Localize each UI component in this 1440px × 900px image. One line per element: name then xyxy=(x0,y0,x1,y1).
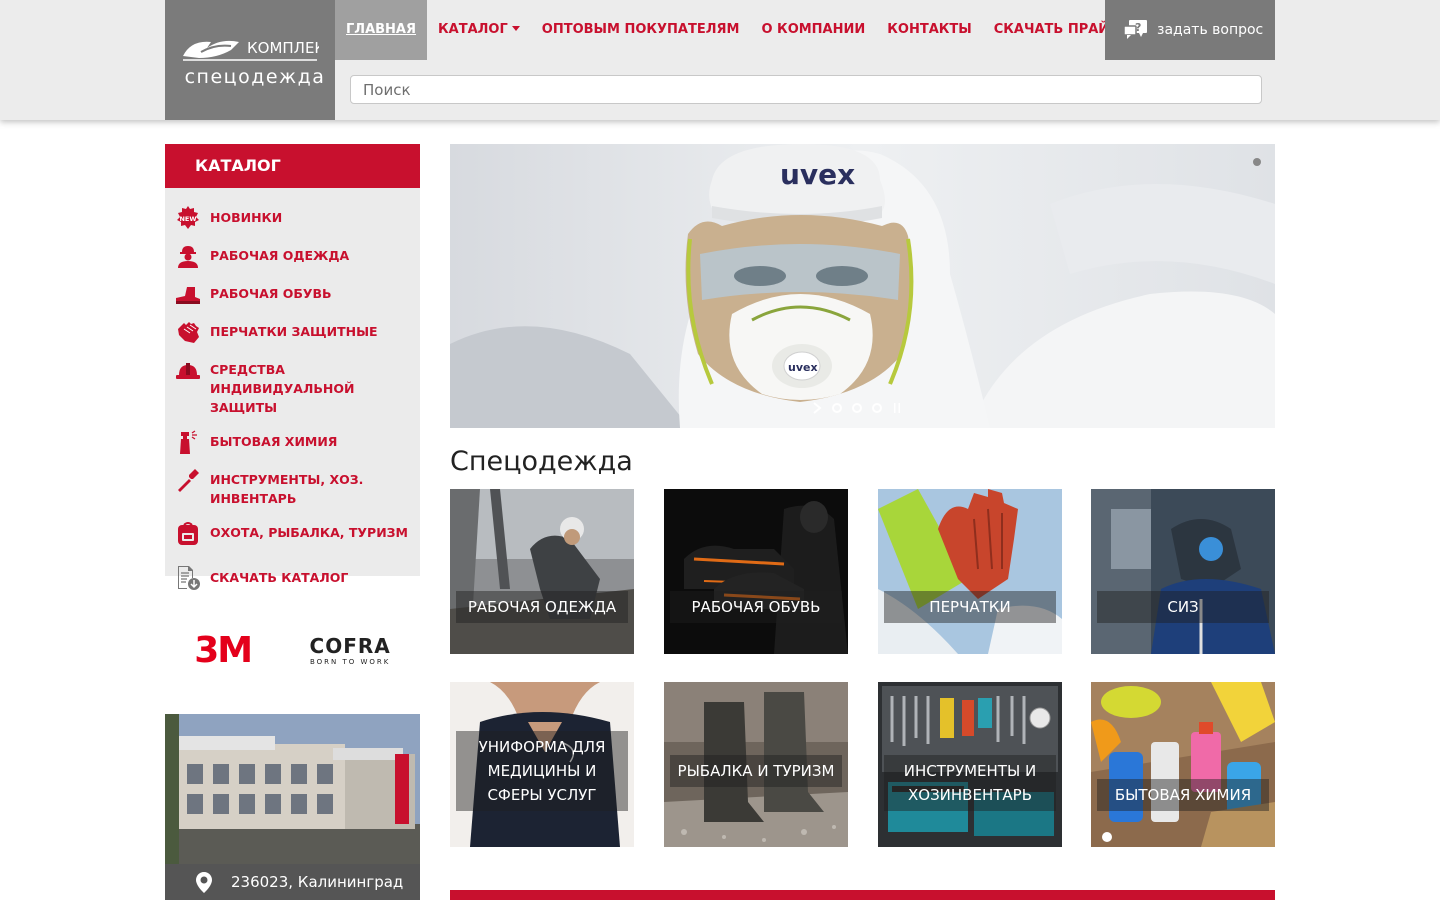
catalog-item-ppe[interactable]: СРЕДСТВА ИНДИВИДУАЛЬНОЙ ЗАЩИТЫ xyxy=(165,354,420,417)
map-pin-icon xyxy=(196,872,212,893)
catalog-list: NEW НОВИНКИ РАБОЧАЯ ОДЕЖДА РАБОЧАЯ ОБУВЬ… xyxy=(165,188,420,590)
catalog-item-workwear[interactable]: РАБОЧАЯ ОДЕЖДА xyxy=(165,240,420,269)
category-tile-workwear[interactable]: РАБОЧАЯ ОДЕЖДА xyxy=(450,489,634,654)
glove-icon xyxy=(178,322,199,343)
category-tile-ppe[interactable]: СИЗ xyxy=(1091,489,1275,654)
slide-indicator-dot[interactable] xyxy=(1253,158,1261,166)
slide-dot[interactable] xyxy=(832,403,842,413)
brand-3m-logo[interactable]: 3M xyxy=(194,630,253,671)
nav-home[interactable]: ГЛАВНАЯ xyxy=(335,0,428,60)
store-photo xyxy=(165,714,420,864)
search-input[interactable] xyxy=(350,75,1262,104)
chat-question-icon: ? xyxy=(1123,20,1147,39)
catalog-item-gloves[interactable]: ПЕРЧАТКИ ЗАЩИТНЫЕ xyxy=(165,316,420,345)
catalog-item-label: ОХОТА, РЫБАЛКА, ТУРИЗМ xyxy=(210,525,408,540)
nav-contacts[interactable]: КОНТАКТЫ xyxy=(876,0,982,60)
hardhat-icon xyxy=(176,363,200,379)
catalog-sidebar: КАТАЛОГ NEW НОВИНКИ РАБОЧАЯ ОДЕЖДА РАБОЧ… xyxy=(165,144,420,590)
catalog-item-tools[interactable]: ИНСТРУМЕНТЫ, ХОЗ. ИНВЕНТАРЬ xyxy=(165,464,420,508)
download-doc-icon xyxy=(178,566,200,590)
category-tile-footwear[interactable]: РАБОЧАЯ ОБУВЬ xyxy=(664,489,848,654)
chevron-down-icon xyxy=(511,26,520,31)
top-header: КОМПЛЕКТ спецодежда ГЛАВНАЯ КАТАЛОГ ОПТО… xyxy=(0,0,1440,120)
logo-subtitle: спецодежда xyxy=(184,66,326,88)
tool-icon xyxy=(178,469,199,492)
chevron-right-icon[interactable] xyxy=(812,402,822,414)
tile-caption: БЫТОВАЯ ХИМИЯ xyxy=(1097,779,1269,811)
catalog-item-label: РАБОЧАЯ ОБУВЬ xyxy=(210,286,332,301)
boot-icon xyxy=(176,287,200,304)
main-nav: ГЛАВНАЯ КАТАЛОГ ОПТОВЫМ ПОКУПАТЕЛЯМ О КО… xyxy=(335,0,1174,60)
tile-image xyxy=(1091,682,1275,847)
bottom-accent-bar xyxy=(450,890,1275,900)
catalog-item-chemicals[interactable]: БЫТОВАЯ ХИМИЯ xyxy=(165,426,420,455)
logo-text: КОМПЛЕКТ xyxy=(247,39,319,57)
hero-slider[interactable]: uvex uvex xyxy=(450,144,1275,428)
catalog-item-label: РАБОЧАЯ ОДЕЖДА xyxy=(210,248,350,263)
tile-caption: РАБОЧАЯ ОБУВЬ xyxy=(670,591,842,623)
category-tile-uniform[interactable]: УНИФОРМА ДЛЯ МЕДИЦИНЫ И СФЕРЫ УСЛУГ xyxy=(450,682,634,847)
slide-brand-text: uvex xyxy=(780,158,855,191)
tile-caption: РАБОЧАЯ ОДЕЖДА xyxy=(456,591,628,623)
category-tile-gloves[interactable]: ПЕРЧАТКИ xyxy=(878,489,1062,654)
catalog-item-label: БЫТОВАЯ ХИМИЯ xyxy=(210,434,338,449)
catalog-item-label: ИНСТРУМЕНТЫ, ХОЗ. ИНВЕНТАРЬ xyxy=(210,472,364,506)
tile-image xyxy=(450,489,634,654)
pause-icon[interactable] xyxy=(892,402,902,414)
store-address[interactable]: 236023, Калининград xyxy=(165,864,420,900)
address-text: 236023, Калининград xyxy=(231,873,404,891)
logo-mark-icon: КОМПЛЕКТ xyxy=(183,39,319,61)
nav-catalog-label: КАТАЛОГ xyxy=(438,22,508,37)
nav-about[interactable]: О КОМПАНИИ xyxy=(750,0,876,60)
worker-icon xyxy=(178,246,198,268)
svg-text:uvex: uvex xyxy=(788,361,818,374)
new-badge-icon: NEW xyxy=(177,206,199,229)
spray-bottle-icon xyxy=(180,430,197,454)
slide-dot[interactable] xyxy=(872,403,882,413)
catalog-item-outdoor[interactable]: ОХОТА, РЫБАЛКА, ТУРИЗМ xyxy=(165,517,420,546)
nav-catalog[interactable]: КАТАЛОГ xyxy=(427,0,531,60)
slider-controls xyxy=(812,402,902,414)
catalog-item-new[interactable]: NEW НОВИНКИ xyxy=(165,202,420,231)
nav-wholesale[interactable]: ОПТОВЫМ ПОКУПАТЕЛЯМ xyxy=(531,0,751,60)
category-tile-tools[interactable]: ИНСТРУМЕНТЫ И ХОЗИНВЕНТАРЬ xyxy=(878,682,1062,847)
slide-dot[interactable] xyxy=(852,403,862,413)
brand-cofra-name: COFRA xyxy=(309,634,391,658)
catalog-item-label: СКАЧАТЬ КАТАЛОГ xyxy=(210,570,349,585)
store-building-image xyxy=(165,714,420,864)
catalog-title: КАТАЛОГ xyxy=(165,144,420,188)
brand-cofra-logo[interactable]: COFRA BORN TO WORK xyxy=(310,634,391,666)
catalog-item-footwear[interactable]: РАБОЧАЯ ОБУВЬ xyxy=(165,278,420,307)
tile-caption: УНИФОРМА ДЛЯ МЕДИЦИНЫ И СФЕРЫ УСЛУГ xyxy=(456,731,628,811)
ask-question-button[interactable]: ? задать вопрос xyxy=(1105,0,1275,60)
brand-logos: 3M COFRA BORN TO WORK xyxy=(165,600,420,700)
category-tile-chemicals[interactable]: БЫТОВАЯ ХИМИЯ xyxy=(1091,682,1275,847)
catalog-item-label: СРЕДСТВА ИНДИВИДУАЛЬНОЙ ЗАЩИТЫ xyxy=(210,362,355,415)
catalog-item-label: НОВИНКИ xyxy=(210,210,283,225)
tile-caption: ИНСТРУМЕНТЫ И ХОЗИНВЕНТАРЬ xyxy=(884,755,1056,811)
slide-image: uvex uvex xyxy=(450,144,1275,428)
category-tile-fishing[interactable]: РЫБАЛКА И ТУРИЗМ xyxy=(664,682,848,847)
backpack-icon xyxy=(178,522,198,545)
tile-image xyxy=(878,489,1062,654)
section-title: Спецодежда xyxy=(450,446,633,477)
tile-image xyxy=(1091,489,1275,654)
svg-text:?: ? xyxy=(1135,21,1141,34)
svg-text:NEW: NEW xyxy=(179,215,196,223)
tile-caption: СИЗ xyxy=(1097,591,1269,623)
download-catalog-link[interactable]: СКАЧАТЬ КАТАЛОГ xyxy=(165,562,420,591)
tile-image xyxy=(664,489,848,654)
tile-caption: ПЕРЧАТКИ xyxy=(884,591,1056,623)
brand-cofra-tagline: BORN TO WORK xyxy=(309,658,391,666)
site-logo[interactable]: КОМПЛЕКТ спецодежда xyxy=(165,0,335,120)
ask-question-label: задать вопрос xyxy=(1157,22,1264,38)
catalog-item-label: ПЕРЧАТКИ ЗАЩИТНЫЕ xyxy=(210,324,378,339)
tile-caption: РЫБАЛКА И ТУРИЗМ xyxy=(670,755,842,787)
